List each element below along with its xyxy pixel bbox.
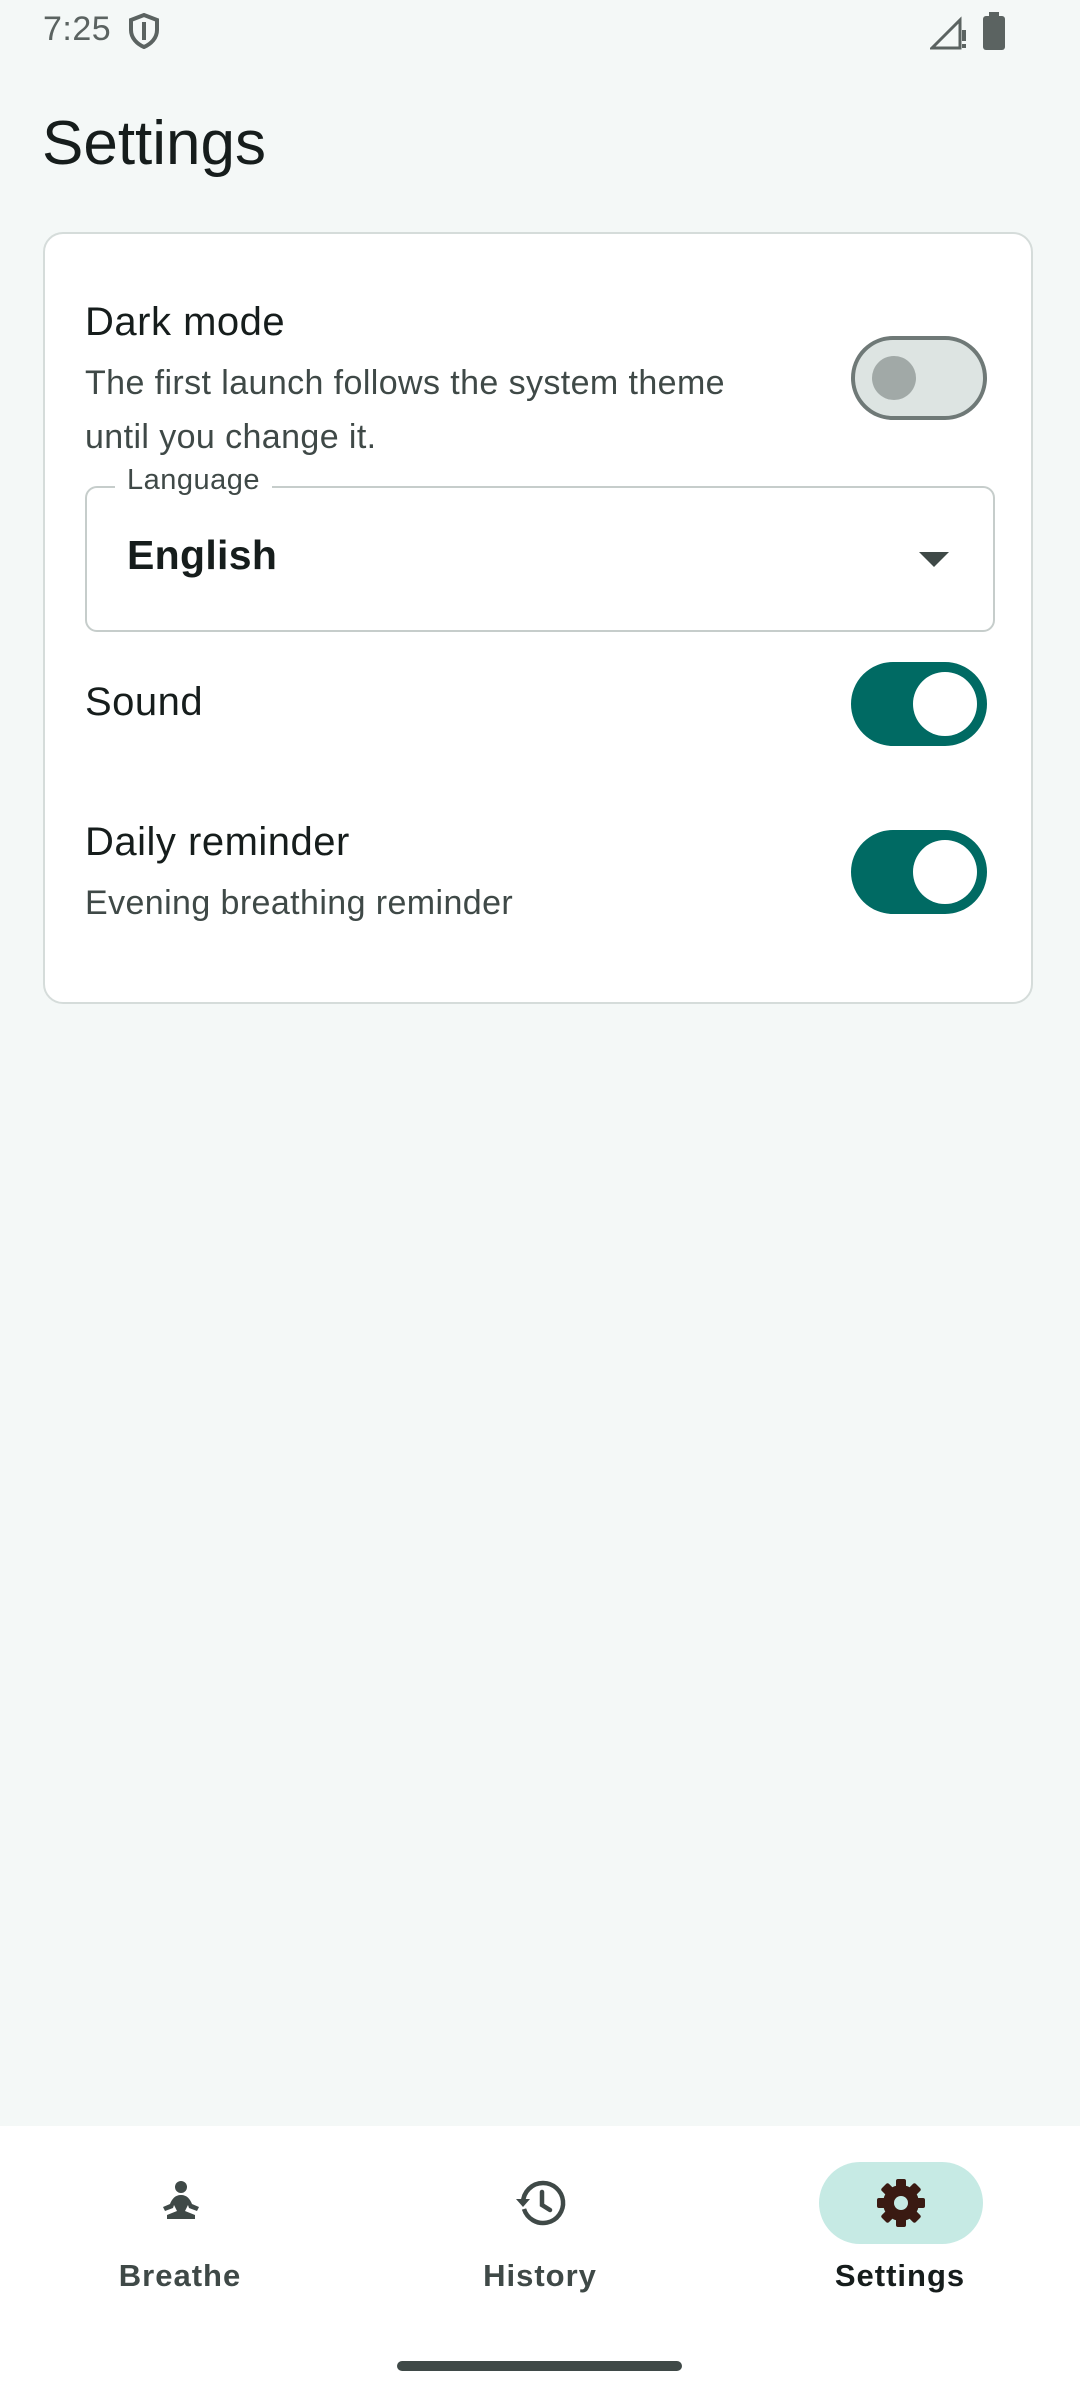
switch-thumb (913, 672, 977, 736)
settings-card: Dark mode The first launch follows the s… (43, 232, 1033, 1004)
nav-label-history: History (483, 2258, 597, 2293)
nav-item-breathe[interactable]: Breathe (0, 2126, 360, 2326)
nav-item-settings[interactable]: Settings (720, 2126, 1080, 2326)
nav-label-breathe: Breathe (118, 2258, 242, 2293)
daily-reminder-title: Daily reminder (85, 820, 350, 864)
language-label: Language (115, 464, 273, 497)
gear-icon (877, 2179, 925, 2227)
nav-item-history[interactable]: History (360, 2126, 720, 2326)
dropdown-arrow-icon (919, 552, 949, 567)
dark-mode-title: Dark mode (85, 300, 286, 344)
shield-icon (129, 13, 159, 49)
dark-mode-subtitle-line1: The first launch follows the system them… (85, 364, 725, 402)
status-time: 7:25 (43, 10, 112, 48)
history-icon (516, 2180, 566, 2226)
daily-reminder-switch[interactable] (851, 830, 987, 914)
language-dropdown[interactable]: Language English (85, 464, 995, 632)
home-indicator[interactable] (397, 2361, 682, 2371)
signal-icon (930, 16, 966, 50)
battery-icon (983, 12, 1005, 50)
bottom-nav: Breathe History Settings (0, 2126, 1080, 2400)
language-value: English (127, 532, 278, 578)
daily-reminder-subtitle: Evening breathing reminder (85, 884, 514, 922)
sound-switch[interactable] (851, 662, 987, 746)
sound-title: Sound (85, 680, 204, 724)
dark-mode-subtitle-line2: until you change it. (85, 418, 377, 456)
page-title: Settings (42, 109, 267, 178)
status-bar: 7:25 (0, 0, 1080, 62)
nav-label-settings: Settings (834, 2258, 966, 2293)
meditation-icon (163, 2181, 199, 2219)
switch-thumb (913, 840, 977, 904)
dark-mode-switch[interactable] (851, 336, 987, 420)
switch-thumb (872, 356, 916, 400)
